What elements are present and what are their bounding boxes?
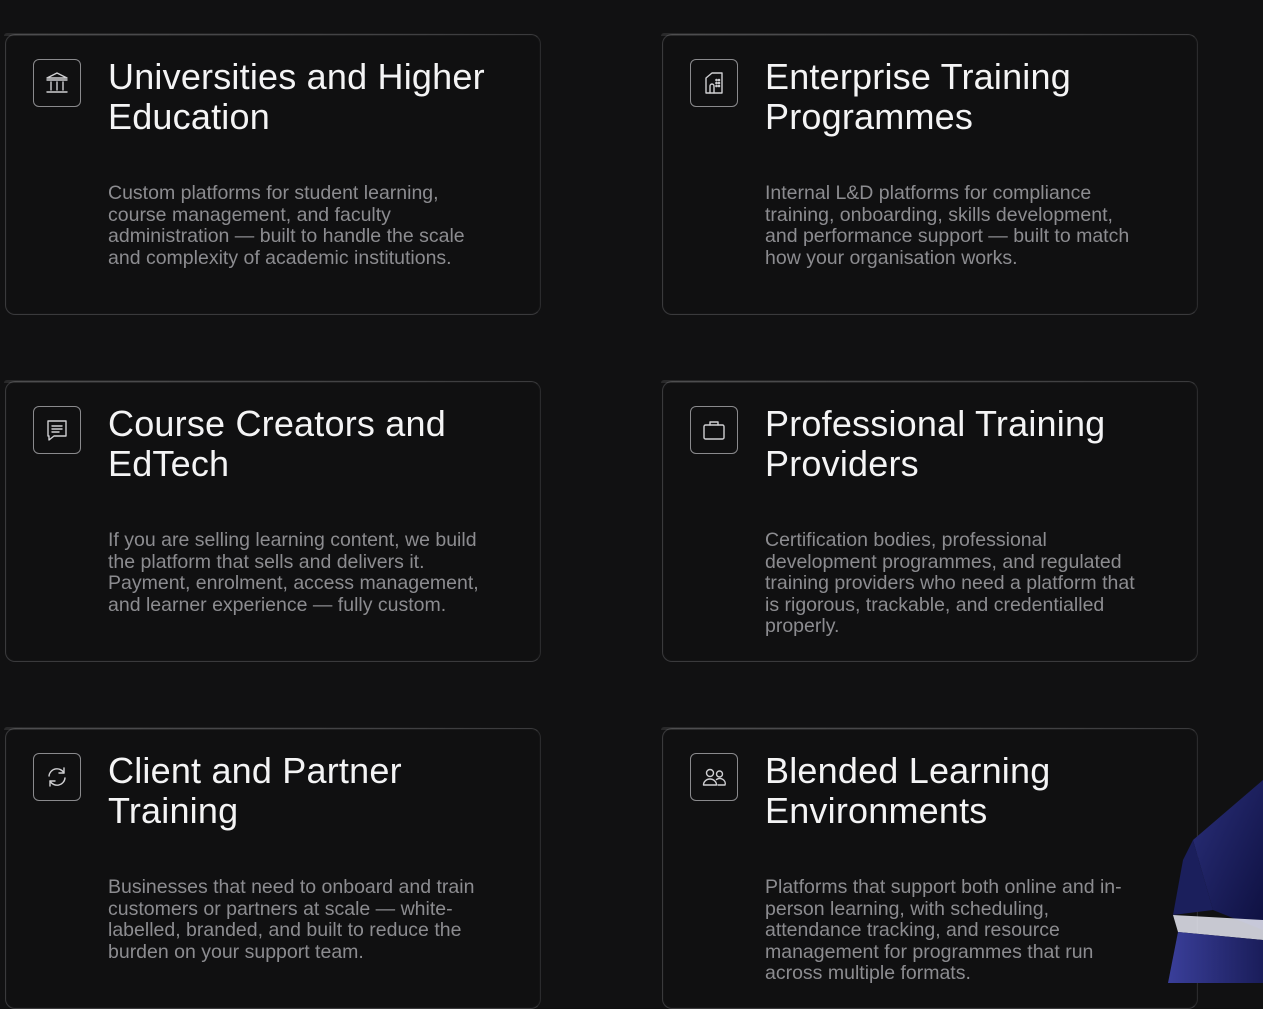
- audience-card-enterprise: Enterprise Training Programmes Internal …: [661, 33, 1199, 315]
- card-title: Professional Training Providers: [765, 403, 1106, 484]
- audience-card-client-partner: Client and Partner Training Businesses t…: [4, 727, 542, 1009]
- card-description: Businesses that need to onboard and trai…: [108, 876, 475, 963]
- institution-icon: [33, 59, 81, 107]
- users-icon: [690, 753, 738, 801]
- card-description: Custom platforms for student learning, c…: [108, 182, 465, 269]
- audience-card-professional-training: Professional Training Providers Certific…: [661, 380, 1199, 662]
- audience-card-course-creators: Course Creators and EdTech If you are se…: [4, 380, 542, 662]
- chat-icon: [33, 406, 81, 454]
- card-description: Certification bodies, professional devel…: [765, 529, 1135, 637]
- refresh-icon: [33, 753, 81, 801]
- card-title: Enterprise Training Programmes: [765, 56, 1071, 137]
- card-title: Client and Partner Training: [108, 750, 402, 831]
- card-title: Blended Learning Environments: [765, 750, 1051, 831]
- card-description: Internal L&D platforms for compliance tr…: [765, 182, 1130, 269]
- briefcase-icon: [690, 406, 738, 454]
- building-icon: [690, 59, 738, 107]
- card-description: If you are selling learning content, we …: [108, 529, 479, 616]
- card-title: Course Creators and EdTech: [108, 403, 446, 484]
- card-title: Universities and Higher Education: [108, 56, 485, 137]
- audience-card-universities: Universities and Higher Education Custom…: [4, 33, 542, 315]
- card-description: Platforms that support both online and i…: [765, 876, 1122, 984]
- audience-card-blended-learning: Blended Learning Environments Platforms …: [661, 727, 1199, 1009]
